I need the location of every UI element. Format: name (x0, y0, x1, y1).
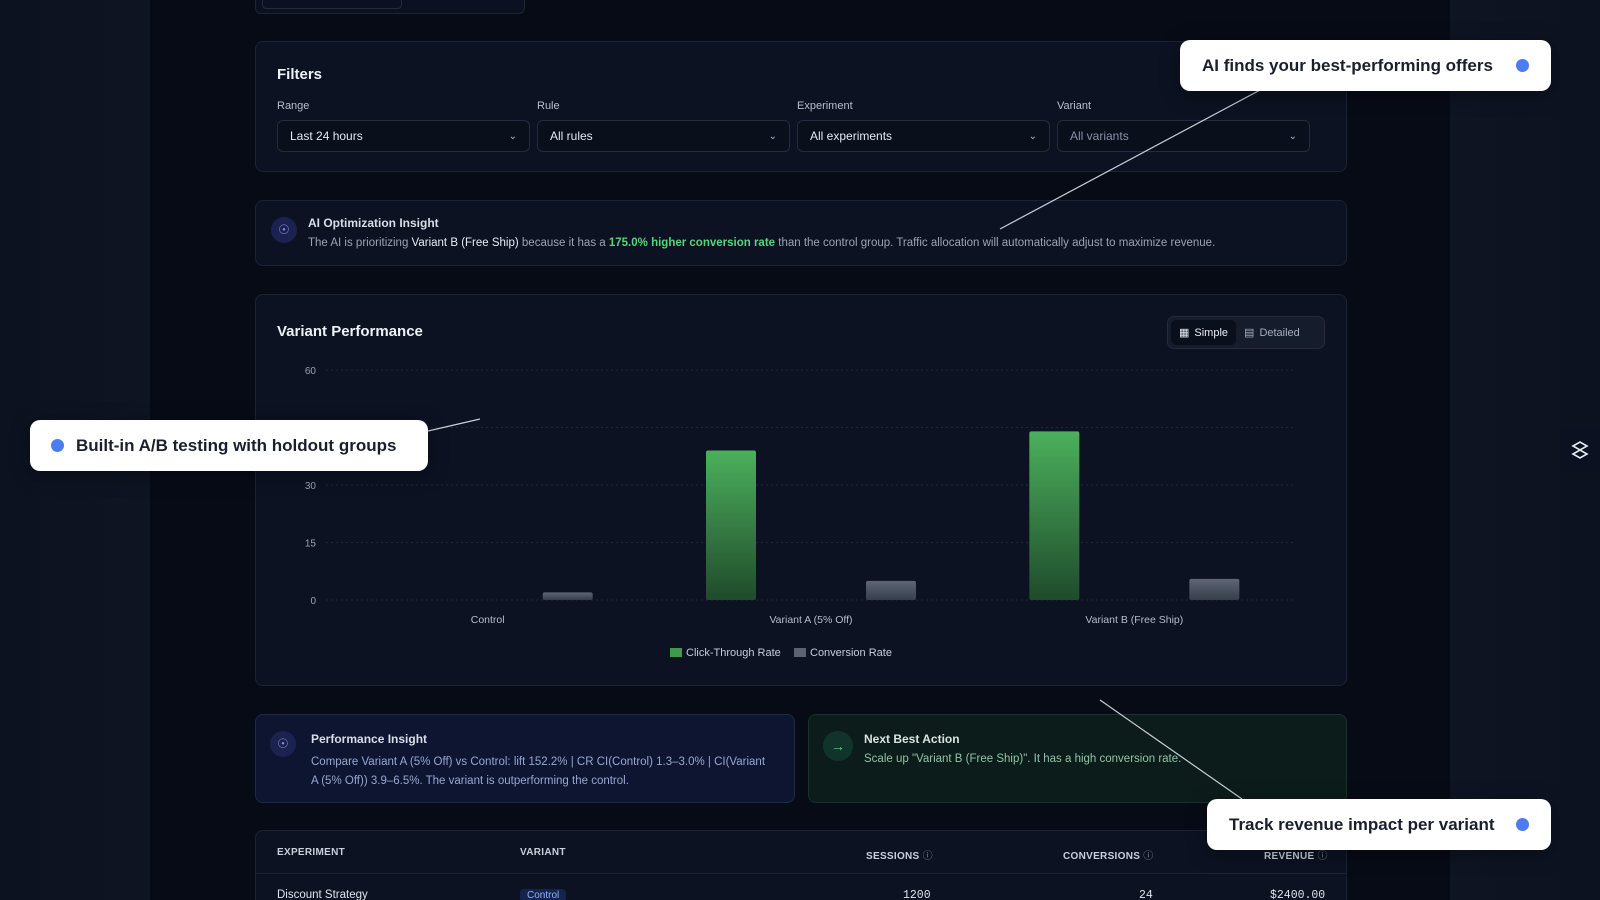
cell-conversions: 24 (1139, 889, 1153, 900)
toggle-simple-label: Simple (1194, 326, 1229, 339)
variant-performance-card: Variant Performance ▦ Simple ▤ Detailed 0 1… (255, 294, 1347, 686)
variant-badge: Control (520, 889, 567, 900)
range-label: Range (277, 100, 310, 112)
ai-insight-title: AI Optimization Insight (308, 216, 439, 230)
app-logo-icon[interactable] (1560, 428, 1600, 472)
variant-filter: Variant All variants ⌄ (1057, 100, 1310, 152)
arrow-right-icon: → (823, 731, 853, 761)
legend-label: Conversion Rate (810, 647, 892, 659)
rule-value: All rules (550, 129, 593, 143)
chevron-down-icon: ⌄ (1288, 130, 1297, 142)
ai-insight-card: ☉ AI Optimization Insight The AI is prio… (255, 200, 1347, 266)
experiment-value: All experiments (810, 129, 893, 143)
legend-label: Click-Through Rate (686, 647, 781, 659)
table-icon: ▤ (1244, 327, 1255, 339)
next-best-action-title: Next Best Action (864, 732, 960, 746)
range-filter: Range Last 24 hours ⌄ (277, 100, 530, 152)
variant-performance-chart: 0 15 30 60 Control Variant A (5% Off) Variant … (256, 355, 1348, 675)
callout-ab-testing-text: Built-in A/B testing with holdout groups (76, 435, 397, 455)
legend-swatch (670, 648, 682, 657)
legend-swatch (794, 648, 806, 657)
callout-dot (51, 439, 64, 452)
help-icon: ⓘ (1143, 851, 1154, 862)
rule-label: Rule (537, 100, 560, 112)
header-experiment[interactable]: EXPERIMENT (277, 847, 345, 858)
next-best-action-text: Scale up "Variant B (Free Ship)". It has… (864, 753, 1182, 765)
filters-title: Filters (277, 66, 323, 83)
ctr-bar (706, 450, 756, 600)
performance-insight-text: Compare Variant A (5% Off) vs Control: l… (311, 756, 766, 787)
cell-revenue: $2400.00 (1270, 889, 1326, 900)
ai-insight-variant: Variant B (Free Ship) (411, 237, 519, 249)
chevron-down-icon: ⌄ (508, 130, 517, 142)
grid-icon: ▦ (1179, 327, 1190, 339)
conversion-bar (1189, 578, 1240, 600)
rule-select[interactable]: All rules ⌄ (537, 120, 790, 152)
callout-ab-testing: Built-in A/B testing with holdout groups (30, 420, 428, 471)
variant-value: All variants (1070, 129, 1129, 143)
header-divider (256, 873, 1346, 874)
header-conversions-label: CONVERSIONS (1063, 851, 1141, 862)
y-tick-label: 30 (305, 481, 317, 492)
rule-filter: Rule All rules ⌄ (537, 100, 790, 152)
callout-revenue-impact: Track revenue impact per variant (1207, 799, 1551, 850)
ai-insight-text: The AI is prioritizing Variant B (Free S… (308, 237, 1215, 249)
help-icon: ⓘ (1317, 851, 1328, 862)
toggle-simple[interactable]: ▦ Simple (1171, 320, 1237, 345)
cell-sessions: 1200 (903, 889, 931, 900)
header-conversions[interactable]: CONVERSIONS ⓘ (1063, 847, 1154, 862)
toggle-detailed[interactable]: ▤ Detailed (1236, 320, 1308, 345)
y-tick-label: 0 (310, 596, 316, 607)
ai-insight-highlight: 175.0% higher conversion rate (608, 237, 776, 249)
view-toggle: ▦ Simple ▤ Detailed (1167, 316, 1325, 349)
lightbulb-icon: ☉ (271, 217, 297, 243)
experiment-filter: Experiment All experiments ⌄ (797, 100, 1050, 152)
next-best-action-card[interactable]: → Next Best Action Scale up "Variant B (… (808, 714, 1347, 803)
cell-experiment: Discount Strategy (277, 889, 368, 900)
callout-best-offers: AI finds your best-performing offers (1180, 40, 1551, 91)
experiments-table: EXPERIMENT VARIANT SESSIONS ⓘ CONVERSION… (255, 830, 1347, 900)
chevron-down-icon: ⌄ (768, 130, 777, 142)
x-tick-label: Variant A (5% Off) (769, 614, 852, 626)
callout-revenue-impact-text: Track revenue impact per variant (1229, 814, 1495, 834)
help-icon: ⓘ (922, 851, 933, 862)
header-sessions-label: SESSIONS (866, 851, 920, 862)
conversion-bar (866, 580, 916, 600)
top-toolbar-stub (255, 0, 525, 14)
variant-label: Variant (1057, 100, 1092, 112)
x-tick-label: Control (471, 614, 505, 626)
toggle-detailed-label: Detailed (1259, 326, 1300, 339)
chart-svg: 0 15 30 60 Control Variant A (5% Off) Variant … (305, 366, 1296, 659)
experiment-label: Experiment (797, 100, 853, 112)
range-select[interactable]: Last 24 hours ⌄ (277, 120, 530, 152)
performance-insight-title: Performance Insight (311, 732, 428, 746)
ctr-bar (1029, 431, 1080, 600)
header-revenue-label: REVENUE (1264, 851, 1315, 862)
ai-insight-mid: because it has a (518, 237, 609, 249)
performance-insight-card: ☉ Performance Insight Compare Variant A … (255, 714, 795, 803)
callout-dot (1516, 59, 1529, 72)
chevron-down-icon: ⌄ (1028, 130, 1037, 142)
lightbulb-icon: ☉ (270, 731, 296, 757)
x-tick-label: Variant B (Free Ship) (1085, 614, 1183, 626)
ai-insight-suffix: than the control group. Traffic allocati… (775, 237, 1216, 249)
callout-dot (1516, 818, 1529, 831)
header-variant[interactable]: VARIANT (520, 847, 566, 858)
variant-performance-title: Variant Performance (277, 323, 423, 340)
header-sessions[interactable]: SESSIONS ⓘ (866, 847, 933, 862)
conversion-bar (542, 592, 593, 600)
variant-select[interactable]: All variants ⌄ (1057, 120, 1310, 152)
y-tick-label: 60 (305, 366, 317, 377)
y-tick-label: 15 (305, 539, 317, 550)
experiment-select[interactable]: All experiments ⌄ (797, 120, 1050, 152)
ai-insight-prefix: The AI is prioritizing (308, 237, 412, 249)
range-value: Last 24 hours (290, 129, 363, 143)
logo-glyph (1571, 441, 1589, 459)
callout-best-offers-text: AI finds your best-performing offers (1202, 55, 1493, 75)
